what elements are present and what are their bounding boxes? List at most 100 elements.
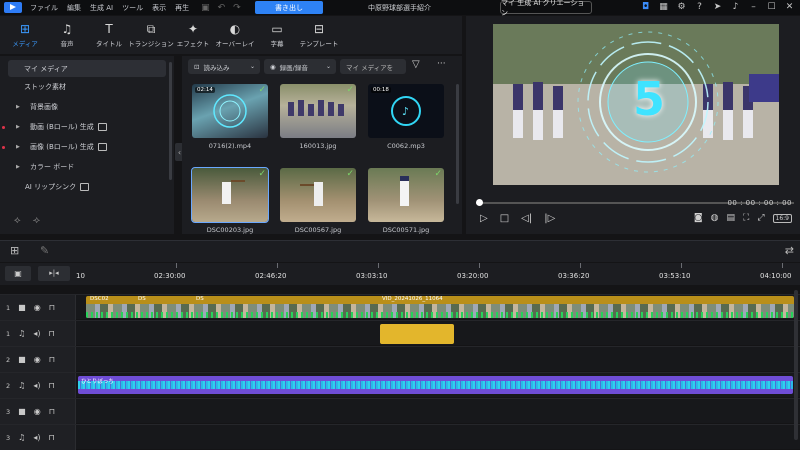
category-background[interactable]: ▶ 背景画像 — [0, 97, 174, 117]
tab-subtitle[interactable]: ▭ 字幕 — [256, 16, 298, 48]
track-number: 3 — [6, 407, 11, 416]
zoom-fit-icon[interactable]: ⛶ — [743, 213, 749, 223]
eye-icon[interactable]: ◉ — [34, 407, 41, 416]
export-button[interactable]: 書き出し — [255, 1, 323, 14]
menu-item-file[interactable]: ファイル — [30, 3, 58, 13]
maximize-icon[interactable]: ☐ — [766, 2, 777, 12]
category-stock[interactable]: ストック素材 — [0, 77, 174, 97]
record-icon: ◉ — [270, 62, 276, 71]
ruler-major-tick — [176, 263, 177, 268]
ai-assistant-icon[interactable]: ◘ — [640, 2, 651, 12]
media-thumb-dsc00203[interactable]: ✓ — [191, 167, 269, 223]
lock-icon[interactable]: ⊓ — [48, 329, 54, 338]
lock-icon[interactable]: ⊓ — [49, 355, 55, 364]
import-button[interactable]: ⊡ 読み込み ⌄ — [188, 59, 260, 74]
video-clip-strip[interactable]: DSC02 DS DS VID_20241026_11064 — [86, 296, 794, 318]
timeline-scrollbar[interactable] — [794, 290, 798, 440]
prev-frame-icon[interactable]: ◁| — [521, 213, 532, 224]
speaker-icon[interactable]: ◂) — [33, 433, 40, 442]
media-scrollbar[interactable] — [456, 84, 459, 204]
menu-item-edit[interactable]: 編集 — [67, 3, 81, 13]
music-clip[interactable]: ひとりぼっち — [78, 376, 793, 394]
tab-label: 音声 — [60, 40, 74, 48]
fullscreen-icon[interactable]: ⤢ — [757, 213, 764, 223]
track-video-2: 2 ■ ◉ ⊓ — [0, 346, 800, 372]
redo-icon[interactable]: ↷ — [233, 3, 241, 13]
audio-clip[interactable] — [380, 324, 454, 344]
tab-template[interactable]: ⊟ テンプレート — [298, 16, 340, 48]
tab-audio[interactable]: ♫ 音声 — [46, 16, 88, 48]
send-icon[interactable]: ➤ — [712, 2, 723, 12]
transition-icon: ⧉ — [146, 22, 156, 36]
category-ai-lipsync[interactable]: AI リップシンク — [0, 177, 174, 197]
search-input[interactable]: マイ メディアを — [340, 59, 406, 74]
snapshot-icon[interactable]: ◙ — [694, 213, 703, 223]
fit-timeline-button[interactable]: ▸|◂ — [38, 266, 70, 281]
bell-icon[interactable]: ♪ — [730, 2, 741, 12]
more-icon[interactable]: ··· — [437, 59, 446, 69]
tab-transition[interactable]: ⧉ トランジション — [128, 16, 174, 48]
help-icon[interactable]: ? — [694, 2, 705, 12]
undo-icon[interactable]: ↶ — [218, 3, 226, 13]
category-label: 背景画像 — [30, 103, 58, 111]
category-image-broll[interactable]: ▶ 画像 (Bロール) 生成 — [0, 137, 174, 157]
media-thumb-0716[interactable]: 02:14 ✓ — [192, 84, 268, 138]
aspect-ratio-badge[interactable]: 16:9 — [772, 213, 792, 223]
tab-title[interactable]: T タイトル — [88, 16, 130, 48]
record-button[interactable]: ◉ 録画/録音 ⌄ — [264, 59, 336, 74]
media-thumb-dsc00571[interactable]: ✓ — [368, 168, 444, 222]
settings-panel-icon[interactable]: ⇄ — [785, 244, 794, 257]
playhead-knob[interactable] — [476, 199, 483, 206]
menu-item-ai[interactable]: 生成 AI — [90, 3, 113, 13]
media-thumb-160013[interactable]: ✓ — [280, 84, 356, 138]
used-check-icon: ✓ — [346, 85, 354, 95]
lock-icon[interactable]: ⊓ — [48, 433, 54, 442]
speaker-icon[interactable]: ◂) — [33, 381, 40, 390]
close-icon[interactable]: ✕ — [784, 2, 795, 12]
next-frame-icon[interactable]: |▷ — [544, 213, 555, 224]
track-number: 1 — [6, 329, 11, 338]
speaker-icon[interactable]: ◂) — [33, 329, 40, 338]
tab-media[interactable]: ⊞ メディア — [4, 16, 46, 48]
menu-bar: ファイル 編集 生成 AI ツール 表示 再生 — [30, 3, 189, 13]
media-name: DSC00567.jpg — [294, 226, 342, 234]
lock-icon[interactable]: ⊓ — [48, 381, 54, 390]
timeline-ruler[interactable]: 10 02:30:00 02:46:20 03:03:10 03:20:00 0… — [76, 263, 800, 285]
lock-icon[interactable]: ⊓ — [49, 407, 55, 416]
ruler-tick-label: 02:30:00 — [154, 272, 186, 280]
category-video-broll[interactable]: ▶ 動画 (Bロール) 生成 — [0, 117, 174, 137]
pen-icon[interactable]: ✎ — [40, 244, 49, 257]
media-thumb-dsc00567[interactable]: ✓ — [280, 168, 356, 222]
add-folder-icon[interactable]: ⟡ — [14, 215, 21, 226]
tab-effect[interactable]: ✦ エフェクト — [172, 16, 214, 48]
tab-overlay[interactable]: ◐ オーバーレイ — [214, 16, 256, 48]
eye-icon[interactable]: ◉ — [34, 303, 41, 312]
track-audio-1: 1 ♫ ◂) ⊓ — [0, 320, 800, 346]
track-type-button[interactable]: ▣ — [5, 266, 31, 281]
grid-icon[interactable]: ▦ — [658, 2, 669, 12]
lock-icon[interactable]: ⊓ — [49, 303, 55, 312]
category-my-media[interactable]: マイ メディア — [8, 60, 166, 77]
gear-icon[interactable]: ⚙ — [676, 2, 687, 12]
menu-item-view[interactable]: 表示 — [152, 3, 166, 13]
play-icon[interactable]: ▷ — [480, 213, 488, 224]
category-color-board[interactable]: ▶ カラー ボード — [0, 157, 174, 177]
eye-icon[interactable]: ◉ — [34, 355, 41, 364]
tab-label: オーバーレイ — [215, 40, 255, 48]
stop-icon[interactable]: □ — [500, 213, 509, 224]
save-icon[interactable]: ▣ — [201, 3, 210, 13]
filter-icon[interactable]: ▽ — [412, 59, 420, 70]
search-placeholder: マイ メディアを — [346, 63, 394, 72]
audio-mix-icon[interactable]: ◍ — [711, 213, 719, 223]
subtitle-toggle-icon[interactable]: ▤ — [726, 213, 735, 223]
menu-item-tools[interactable]: ツール — [122, 3, 143, 13]
ruler-major-tick — [277, 263, 278, 268]
menu-item-playback[interactable]: 再生 — [175, 3, 189, 13]
track-manager-icon[interactable]: ⊞ — [10, 244, 19, 257]
left-scrollbar[interactable] — [169, 62, 172, 180]
media-thumb-c0062[interactable]: ♪ 00:18 — [368, 84, 444, 138]
remove-folder-icon[interactable]: ⟢ — [33, 215, 40, 226]
minimize-icon[interactable]: – — [748, 2, 759, 12]
ai-creation-button[interactable]: マイ 生成 AI クリエーション — [500, 0, 592, 17]
track-number: 2 — [6, 355, 11, 364]
